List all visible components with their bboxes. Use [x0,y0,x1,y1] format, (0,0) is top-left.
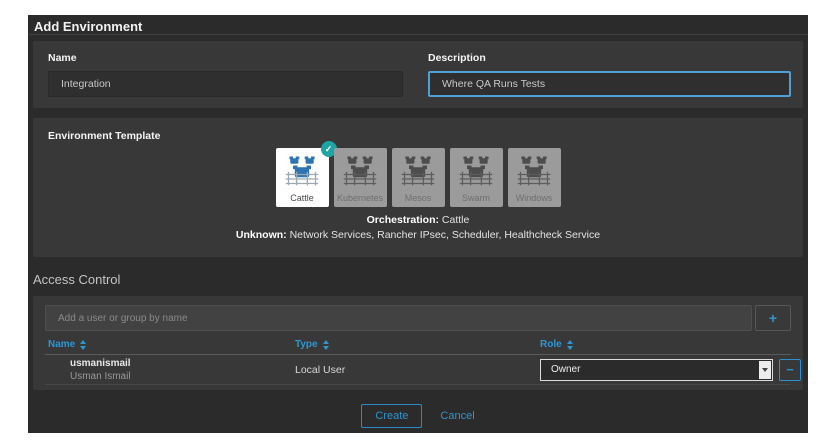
unknown-services-summary: UnknownNetwork Services, Rancher IPsec, … [33,229,803,241]
name-input[interactable] [48,71,403,97]
plus-icon: + [768,310,778,326]
add-member-input[interactable] [45,305,752,331]
add-environment-screen: Add Environment Name Description Environ… [28,15,808,433]
cancel-button[interactable]: Cancel [440,410,474,422]
create-button[interactable]: Create [361,404,423,428]
template-card-mesos[interactable]: Mesos [391,148,445,207]
cattle-icon [517,156,551,186]
description-input[interactable] [428,71,791,97]
chevron-down-icon [759,360,771,379]
template-card-label: Cattle [290,193,314,203]
template-card-label: Mesos [404,193,432,203]
member-type-cell: Local User [295,363,346,376]
template-card-row: Cattle [33,141,803,207]
title-divider [28,34,808,35]
remove-member-button[interactable]: − [779,358,801,381]
template-card-cattle[interactable]: Cattle [275,141,337,207]
column-header-role[interactable]: Role [540,339,801,350]
description-field-group: Description [428,52,791,108]
cattle-icon [401,156,435,186]
template-card-label: Swarm [461,193,490,203]
cattle-icon [285,156,319,186]
environment-template-label: Environment Template [48,130,161,142]
name-label: Name [48,52,77,64]
environment-form-panel: Name Description [33,41,803,108]
sort-icon [566,339,573,350]
role-select[interactable]: Owner [540,358,773,381]
role-select-value: Owner [551,364,581,375]
template-card-kubernetes[interactable]: Kubernetes [333,148,387,207]
description-label: Description [428,52,486,64]
add-member-row: + [45,305,791,331]
sort-icon [322,339,329,350]
member-name-cell: usmanismail Usman Ismail [48,357,295,383]
template-card-label: Kubernetes [336,193,384,203]
template-card-label: Windows [515,193,553,203]
member-role-cell: Owner − [540,358,801,381]
add-member-button[interactable]: + [755,305,791,331]
cattle-icon [459,156,493,186]
environment-template-panel: Environment Template ✓ Cattle Kubernetes… [33,118,803,257]
column-header-type[interactable]: Type [295,339,540,350]
table-row-divider [45,384,791,385]
column-header-name[interactable]: Name [48,339,295,350]
access-control-panel: + Name Type Role usmanismail Usman Ismai… [33,296,803,390]
sort-icon [80,339,87,350]
member-username: usmanismail [70,357,131,369]
template-card-swarm[interactable]: Swarm [449,148,503,207]
orchestration-summary: OrchestrationCattle [33,214,803,226]
footer-actions: Create Cancel [28,399,808,433]
members-table-header: Name Type Role [48,339,801,350]
minus-icon: − [786,362,794,377]
page-title: Add Environment [34,19,143,34]
template-card-windows[interactable]: Windows [507,148,561,207]
member-row: usmanismail Usman Ismail Local User Owne… [48,355,801,384]
name-field-group: Name [48,52,403,108]
access-control-title: Access Control [33,272,121,287]
member-fullname: Usman Ismail [70,370,131,382]
cattle-icon [343,156,377,186]
